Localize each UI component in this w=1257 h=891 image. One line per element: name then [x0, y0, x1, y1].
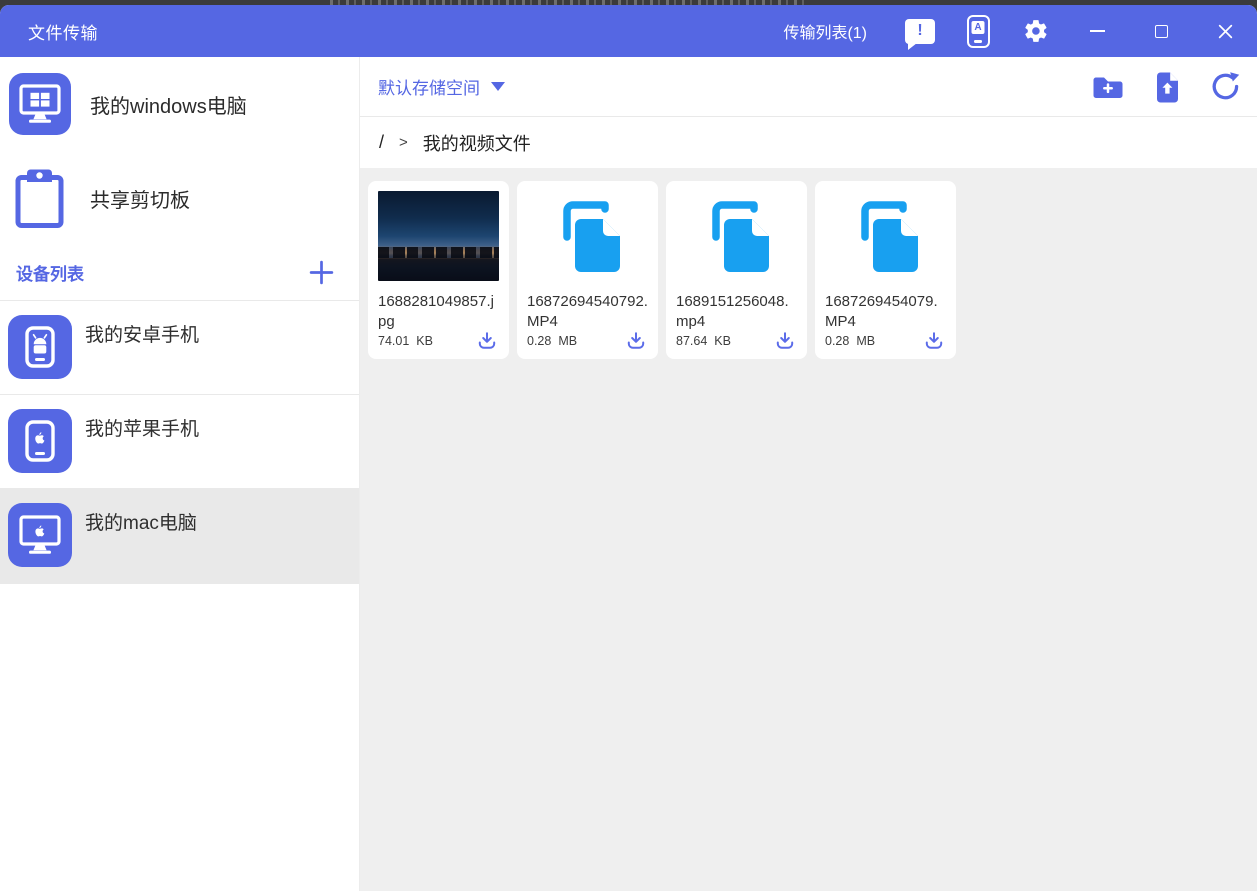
file-name: 1687269454079.MP4 [825, 292, 938, 330]
download-icon [925, 332, 943, 349]
transfer-list-button[interactable]: 传输列表(1) [783, 19, 867, 43]
add-device-button[interactable] [308, 259, 335, 286]
device-list: 我的安卓手机 我的苹果手机 我的mac电脑 [0, 300, 359, 584]
titlebar: 文件传输 传输列表(1) [0, 5, 1257, 57]
android-phone-icon [8, 315, 72, 379]
apple-phone-icon [8, 409, 72, 473]
file-card[interactable]: 16872694540792.MP4 0.28 MB [517, 181, 658, 359]
file-grid: 1688281049857.jpg 74.01 KB 1687269454079… [360, 168, 1257, 891]
new-folder-icon [1093, 77, 1123, 98]
file-card[interactable]: 1689151256048.mp4 87.64 KB [666, 181, 807, 359]
file-name: 1689151256048.mp4 [676, 292, 789, 330]
file-size: 87.64 [676, 333, 708, 348]
device-item-apple-phone[interactable]: 我的苹果手机 [0, 395, 359, 489]
sidebar-item-shared-clipboard[interactable]: 共享剪切板 [0, 151, 359, 245]
file-card[interactable]: 1688281049857.jpg 74.01 KB [368, 181, 509, 359]
file-size-unit: MB [856, 333, 876, 348]
maximize-button[interactable] [1129, 5, 1193, 57]
file-card[interactable]: 1687269454079.MP4 0.28 MB [815, 181, 956, 359]
chevron-down-icon [491, 82, 505, 91]
download-button[interactable] [626, 331, 646, 350]
app-window: 文件传输 传输列表(1) ! A 我的windows电脑 共享剪切板 设备列表 … [0, 5, 1257, 891]
feedback-button[interactable] [891, 5, 949, 57]
file-size-unit: MB [558, 333, 578, 348]
windows-computer-icon [9, 73, 71, 135]
download-button[interactable] [924, 331, 944, 350]
device-item-android-phone[interactable]: 我的安卓手机 [0, 301, 359, 395]
device-item-label: 我的苹果手机 [85, 419, 200, 440]
video-file-icon [860, 201, 918, 272]
storage-space-label: 默认存储空间 [378, 79, 480, 98]
video-file-icon [562, 201, 620, 272]
file-name: 16872694540792.MP4 [527, 292, 648, 330]
download-icon [627, 332, 645, 349]
breadcrumb-root[interactable]: / [379, 132, 384, 153]
download-button[interactable] [775, 331, 795, 350]
file-media [527, 191, 648, 286]
file-meta: 0.28 MB [527, 331, 648, 350]
header-actions [1091, 70, 1241, 103]
settings-button[interactable] [1007, 5, 1065, 57]
file-size: 0.28 [527, 333, 552, 348]
main-header: 默认存储空间 [360, 57, 1257, 116]
storage-space-selector[interactable]: 默认存储空间 [378, 74, 505, 99]
file-meta: 74.01 KB [378, 331, 499, 350]
sidebar-item-my-windows-pc[interactable]: 我的windows电脑 [0, 57, 359, 151]
sidebar: 我的windows电脑 共享剪切板 设备列表 我的安卓手机 我的苹果手机 我的m… [0, 57, 360, 891]
device-mode-button[interactable] [949, 5, 1007, 57]
close-icon [1218, 24, 1232, 38]
file-meta: 0.28 MB [825, 331, 946, 350]
download-button[interactable] [477, 331, 497, 350]
maximize-icon [1154, 24, 1168, 38]
device-item-label: 我的安卓手机 [85, 325, 200, 346]
refresh-button[interactable] [1210, 71, 1241, 102]
titlebar-right: 传输列表(1) [783, 5, 1257, 57]
close-button[interactable] [1193, 5, 1257, 57]
settings-gear-icon [1025, 20, 1047, 42]
new-folder-button[interactable] [1091, 73, 1125, 100]
file-media [378, 191, 499, 286]
file-size: 0.28 [825, 333, 850, 348]
sidebar-item-label: 共享剪切板 [90, 189, 190, 212]
refresh-icon [1212, 72, 1240, 100]
device-list-title: 设备列表 [16, 265, 84, 284]
file-media [676, 191, 797, 286]
sidebar-item-label: 我的windows电脑 [90, 95, 247, 118]
card-row: 1688281049857.jpg 74.01 KB 1687269454079… [368, 181, 1249, 359]
main-panel: 默认存储空间 / > 我的视频文件 1688281049857.jpg 74.0… [360, 57, 1257, 891]
app-title: 文件传输 [28, 23, 98, 43]
clipboard-icon [9, 166, 71, 230]
file-size: 74.01 [378, 333, 410, 348]
file-size-unit: KB [714, 333, 731, 348]
breadcrumb-current-folder[interactable]: 我的视频文件 [423, 130, 531, 156]
video-file-icon [711, 201, 769, 272]
plus-icon [309, 260, 334, 285]
download-icon [776, 332, 794, 349]
mac-computer-icon [8, 503, 72, 567]
device-item-mac-computer[interactable]: 我的mac电脑 [0, 489, 359, 584]
breadcrumb-separator: > [399, 134, 408, 151]
breadcrumb: / > 我的视频文件 [360, 116, 1257, 168]
file-name: 1688281049857.jpg [378, 292, 494, 330]
file-meta: 87.64 KB [676, 331, 797, 350]
upload-file-icon [1157, 72, 1178, 103]
upload-file-button[interactable] [1154, 70, 1181, 103]
window-body: 我的windows电脑 共享剪切板 设备列表 我的安卓手机 我的苹果手机 我的m… [0, 57, 1257, 891]
file-size-unit: KB [416, 333, 433, 348]
download-icon [478, 332, 496, 349]
device-list-header: 设备列表 [0, 245, 359, 300]
device-item-label: 我的mac电脑 [85, 513, 197, 534]
minimize-button[interactable] [1065, 5, 1129, 57]
phone-a-icon [966, 14, 990, 48]
minimize-icon [1089, 30, 1105, 32]
message-exclaim-icon [905, 18, 935, 50]
file-media [825, 191, 946, 286]
image-thumbnail [378, 191, 499, 281]
